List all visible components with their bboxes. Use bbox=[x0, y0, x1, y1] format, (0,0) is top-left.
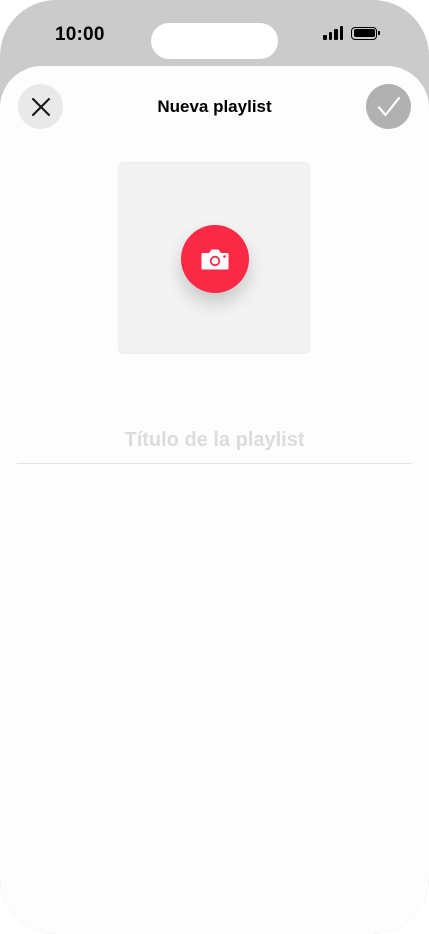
signal-icon bbox=[323, 26, 343, 40]
status-icons bbox=[323, 26, 380, 40]
device-frame: 10:00 Nueva playlist bbox=[0, 0, 429, 934]
add-artwork-button[interactable] bbox=[181, 225, 249, 293]
done-button[interactable] bbox=[366, 84, 411, 129]
playlist-artwork-placeholder bbox=[118, 162, 310, 354]
battery-icon bbox=[351, 26, 380, 40]
page-title: Nueva playlist bbox=[157, 97, 272, 116]
playlist-title-input[interactable] bbox=[17, 418, 412, 464]
status-bar: 10:00 bbox=[0, 0, 429, 70]
camera-icon bbox=[201, 249, 229, 270]
checkmark-icon bbox=[377, 96, 400, 116]
dynamic-island bbox=[151, 23, 278, 59]
status-time: 10:00 bbox=[55, 24, 105, 45]
new-playlist-sheet: Nueva playlist bbox=[0, 66, 429, 934]
